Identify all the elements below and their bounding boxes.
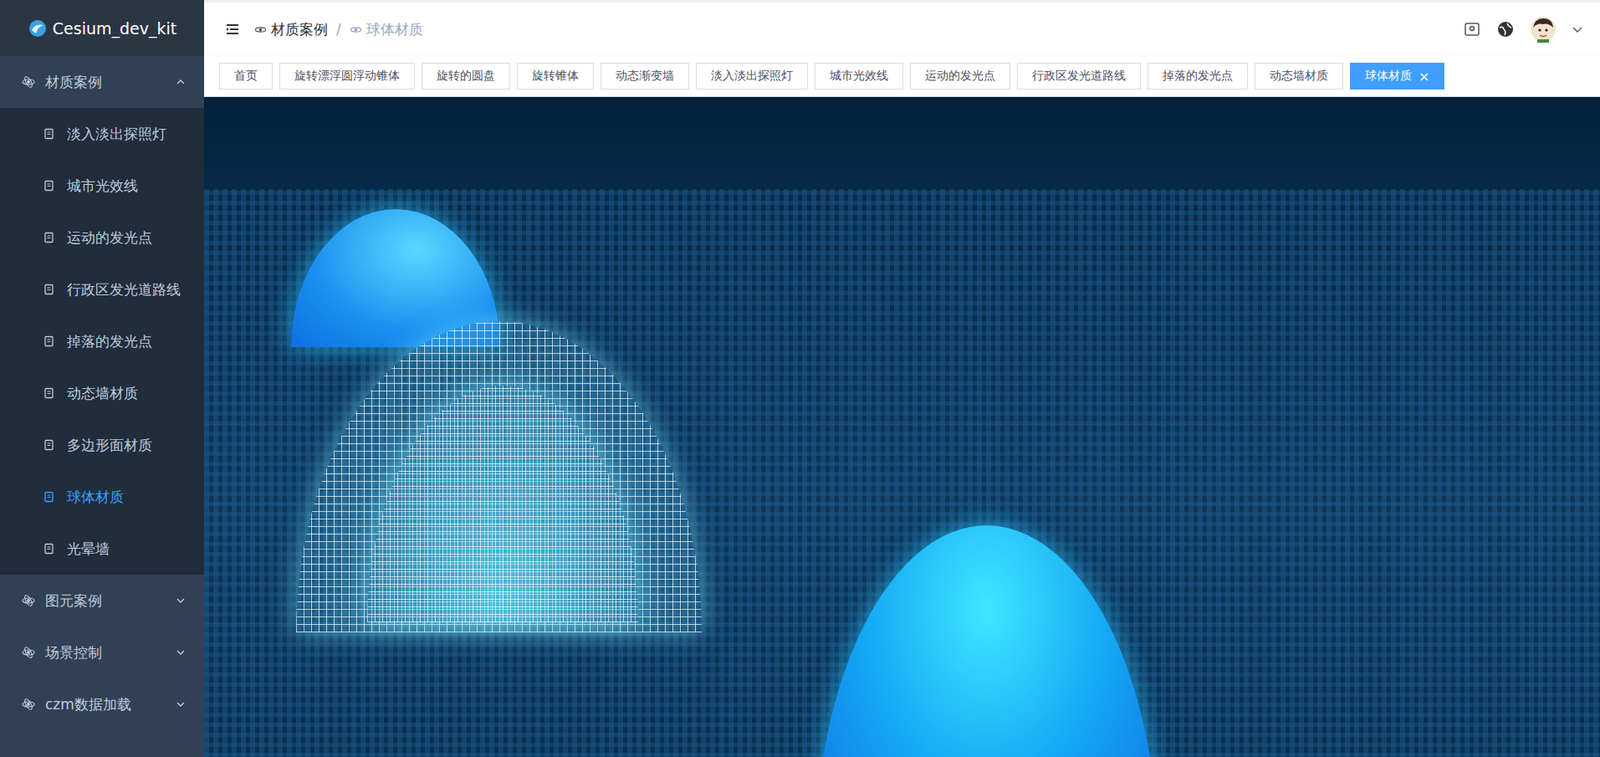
tag-tab[interactable]: 淡入淡出探照灯 [695,62,808,90]
tag-label: 淡入淡出探照灯 [710,68,793,84]
tag-tab[interactable]: 旋转漂浮圆浮动锥体 [279,62,415,90]
menu-group-label: 材质案例 [45,72,166,93]
sidebar-item[interactable]: 动态墙材质 [0,367,205,420]
breadcrumb-separator: / [336,20,342,38]
tag-tab[interactable]: 旋转锥体 [516,62,594,90]
menu-group-header[interactable]: 材质案例 [0,56,205,108]
menu-group: 材质案例淡入淡出探照灯城市光效线运动的发光点行政区发光道路线掉落的发光点动态墙材… [0,56,205,575]
sidebar-item-label: 掉落的发光点 [66,332,153,352]
breadcrumb-label: 球体材质 [366,20,424,40]
menu-group-label: czm数据加载 [45,695,166,715]
tag-label: 城市光效线 [829,68,889,84]
sidebar-menu: 材质案例淡入淡出探照灯城市光效线运动的发光点行政区发光道路线掉落的发光点动态墙材… [0,56,205,731]
menu-group: 场景控制 [0,626,205,679]
page-icon [43,387,56,399]
tag-tab[interactable]: 球体材质 × [1349,62,1445,90]
tag-close[interactable]: × [1418,68,1430,85]
sidebar-item[interactable]: 行政区发光道路线 [0,263,205,316]
breadcrumb-item[interactable]: 材质案例 [254,20,328,40]
tag-label: 旋转的圆盘 [436,68,496,84]
sidebar: Cesium_dev_kit 材质案例淡入淡出探照灯城市光效线运动的发光点行政区发… [0,0,205,757]
chevron-icon [175,699,186,710]
tag-label: 行政区发光道路线 [1032,68,1126,84]
menu-group: 图元案例 [0,574,205,627]
menu-group-label: 图元案例 [45,591,166,611]
menu-group-header[interactable]: czm数据加载 [0,678,205,731]
tag-label: 旋转漂浮圆浮动锥体 [294,68,400,84]
sidebar-item-label: 球体材质 [66,487,124,507]
sidebar-item[interactable]: 城市光效线 [0,159,205,212]
sidebar-item[interactable]: 运动的发光点 [0,211,205,264]
page-icon [43,283,56,296]
sidebar-item-label: 光晕墙 [66,539,110,559]
main-area: 材质案例/球体材质首页旋转漂浮圆浮动锥体旋转的圆盘旋转锥体动态渐变墙淡入淡出探照… [204,0,1600,757]
globe-icon[interactable] [1496,20,1515,39]
sidebar-item[interactable]: 光晕墙 [0,522,205,575]
tag-tab[interactable]: 旋转的圆盘 [421,62,511,90]
sidebar-item-label: 多边形面材质 [66,435,153,455]
sidebar-item-label: 动态墙材质 [66,383,139,404]
tag-label: 球体材质 [1364,68,1412,84]
breadcrumb: 材质案例 / 球体材质 [254,20,1450,40]
menu-group: czm数据加载 [0,678,205,731]
page-icon [43,127,56,140]
page-icon [43,231,56,244]
tag-tab[interactable]: 掉落的发光点 [1147,62,1248,90]
top-bar: 材质案例 / 球体材质 [204,0,1600,57]
chevron-icon [175,595,186,606]
dropdown-icon[interactable] [1571,23,1584,36]
page-icon [43,542,56,555]
page-icon [43,439,56,451]
tag-tab[interactable]: 首页 [219,62,273,90]
logo[interactable]: Cesium_dev_kit [0,0,205,57]
avatar-icon[interactable] [1529,15,1557,43]
group-icon [21,593,36,608]
menu-group-header[interactable]: 场景控制 [0,626,205,679]
tag-label: 掉落的发光点 [1162,68,1233,84]
breadcrumb-item: 球体材质 [349,20,424,40]
header-tools [1462,15,1584,43]
page-icon [43,335,56,348]
group-icon [21,75,36,89]
tag-tab[interactable]: 动态墙材质 [1254,62,1344,90]
menu-group-label: 场景控制 [45,643,166,663]
tag-tab[interactable]: 运动的发光点 [909,62,1011,90]
location-icon[interactable] [1462,20,1482,39]
chevron-icon [175,76,186,87]
breadcrumb-label: 材质案例 [270,20,328,40]
cesium-logo-icon [27,18,48,39]
chevron-icon [175,647,186,658]
sidebar-item[interactable]: 多边形面材质 [0,419,205,471]
tag-tab[interactable]: 城市光效线 [814,62,904,90]
group-icon [21,645,36,660]
sidebar-item[interactable]: 淡入淡出探照灯 [0,107,205,160]
tag-label: 首页 [234,68,258,84]
tag-label: 动态渐变墙 [615,68,675,84]
hamburger-icon[interactable] [224,20,241,38]
sidebar-item-label: 运动的发光点 [66,228,153,248]
sidebar-item[interactable]: 掉落的发光点 [0,315,205,368]
tag-tab[interactable]: 动态渐变墙 [600,62,690,90]
group-icon [21,697,36,711]
app-window: Cesium_dev_kit材质案例淡入淡出探照灯城市光效线运动的发光点行政区发… [0,0,1600,757]
page-icon [43,179,56,192]
cesium-scene[interactable] [204,97,1600,757]
sidebar-item-label: 淡入淡出探照灯 [66,124,167,144]
tag-label: 运动的发光点 [925,68,996,84]
tag-label: 旋转锥体 [531,68,579,84]
tag-tab[interactable]: 行政区发光道路线 [1017,62,1141,90]
sidebar-item-label: 行政区发光道路线 [66,280,181,300]
crumb-icon [349,23,363,36]
logo-title: Cesium_dev_kit [52,19,177,38]
menu-group-header[interactable]: 图元案例 [0,574,205,627]
sidebar-item-label: 城市光效线 [66,176,139,196]
crumb-icon [254,23,267,36]
page-icon [43,490,56,503]
tag-label: 动态墙材质 [1269,68,1329,84]
sidebar-item[interactable]: 球体材质 [0,470,205,523]
tags-bar: 首页 旋转漂浮圆浮动锥体 旋转的圆盘 旋转锥体 动态渐变墙 淡入淡出探照灯 城市光效线 运动的… [204,56,1600,98]
